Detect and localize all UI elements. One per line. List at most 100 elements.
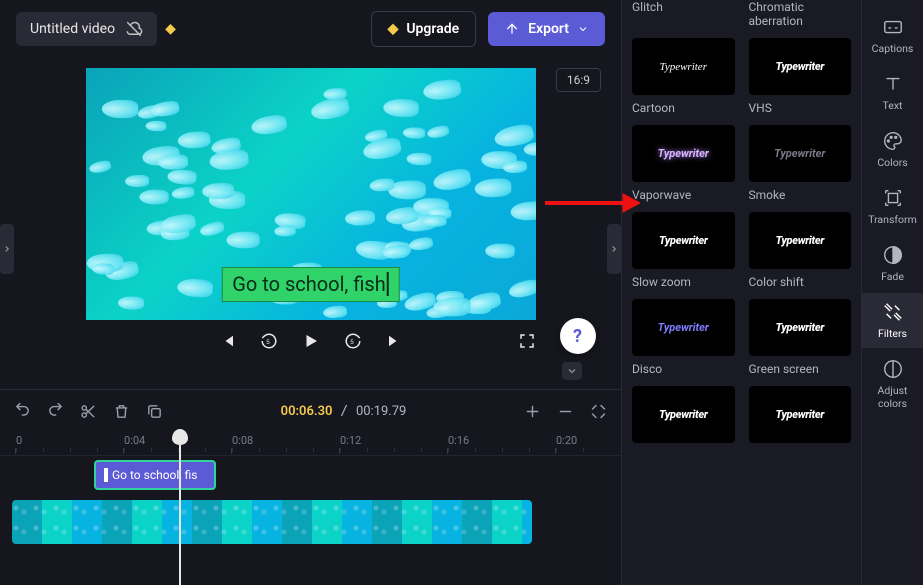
filter-preview[interactable]: Typewriter xyxy=(632,386,735,443)
timeline-timecode: 00:06.30 / 00:19.79 xyxy=(281,404,407,419)
skip-forward-icon[interactable] xyxy=(386,332,404,350)
scissors-icon[interactable] xyxy=(80,403,97,420)
ruler-tick: 0:12 xyxy=(340,434,361,447)
rail-colors[interactable]: Colors xyxy=(862,122,923,177)
filter-label: Disco xyxy=(632,362,735,376)
svg-text:5: 5 xyxy=(266,338,270,346)
filter-item[interactable]: Typewriter Green screen xyxy=(749,299,852,376)
project-title: Untitled video xyxy=(30,21,115,37)
export-button[interactable]: Export xyxy=(488,12,605,46)
filter-preview[interactable]: Typewriter xyxy=(632,38,735,95)
rail-text[interactable]: Text xyxy=(862,65,923,120)
filter-item[interactable]: Typewriter xyxy=(632,386,735,443)
tool-rail: Captions Text Colors Transform Fade Filt… xyxy=(861,0,923,585)
ruler-tick: 0 xyxy=(16,434,22,447)
video-clip[interactable] xyxy=(12,500,532,544)
filter-label: Chromatic aberration xyxy=(749,0,852,28)
undo-icon[interactable] xyxy=(14,403,31,420)
caption-text: Go to school, fish xyxy=(232,272,389,296)
palette-icon xyxy=(882,130,904,152)
zoom-out-icon[interactable] xyxy=(557,403,574,420)
filter-preview[interactable]: Typewriter xyxy=(749,38,852,95)
fit-icon[interactable] xyxy=(590,403,607,420)
rewind-5-icon[interactable]: 5 xyxy=(260,332,278,350)
ruler-tick: 0:08 xyxy=(232,434,253,447)
forward-5-icon[interactable]: 5 xyxy=(344,332,362,350)
filter-preview[interactable]: Typewriter xyxy=(632,299,735,356)
filter-preview[interactable]: Typewriter xyxy=(632,125,735,182)
filter-preview[interactable]: Typewriter xyxy=(749,212,852,269)
filters-icon xyxy=(882,301,904,323)
filter-preview[interactable]: Typewriter xyxy=(749,299,852,356)
clip-handle-left[interactable] xyxy=(104,468,108,482)
filter-label: Color shift xyxy=(749,275,852,289)
captions-icon xyxy=(882,16,904,38)
ruler-tick: 0:16 xyxy=(448,434,469,447)
upgrade-label: Upgrade xyxy=(406,21,459,37)
preview-zone: 16:9 Go to school, fish 5 5 ? xyxy=(0,58,621,389)
transform-icon xyxy=(882,187,904,209)
cloud-off-icon xyxy=(125,20,143,38)
trash-icon[interactable] xyxy=(113,403,130,420)
video-preview[interactable]: Go to school, fish xyxy=(86,68,536,320)
upload-icon xyxy=(504,21,520,37)
filter-item[interactable]: Typewriter xyxy=(749,386,852,443)
fade-icon xyxy=(882,244,904,266)
filter-item[interactable]: Typewriter VHS xyxy=(749,38,852,115)
text-clip-label: Go to school, fis xyxy=(112,468,198,482)
collapse-preview-icon[interactable] xyxy=(562,362,582,380)
duplicate-icon[interactable] xyxy=(146,403,163,420)
chevron-down-icon xyxy=(577,23,589,35)
filter-label: Green screen xyxy=(749,362,852,376)
filter-item[interactable]: Typewriter Slow zoom xyxy=(632,212,735,289)
filter-label: Vaporwave xyxy=(632,188,735,202)
filter-label: Smoke xyxy=(749,188,852,202)
help-button[interactable]: ? xyxy=(560,318,596,354)
aspect-ratio-badge[interactable]: 16:9 xyxy=(556,68,601,92)
filter-preview[interactable]: Typewriter xyxy=(749,386,852,443)
adjust-icon xyxy=(882,358,904,380)
play-button[interactable] xyxy=(302,332,320,350)
filter-label: Glitch xyxy=(632,0,735,14)
redo-icon[interactable] xyxy=(47,403,64,420)
filter-preview[interactable]: Typewriter xyxy=(749,125,852,182)
upgrade-button[interactable]: ◆ Upgrade xyxy=(371,11,477,47)
skip-back-icon[interactable] xyxy=(218,332,236,350)
text-icon xyxy=(882,73,904,95)
filters-panel[interactable]: Glitch Chromatic aberration Typewriter Cart… xyxy=(621,0,861,585)
timeline: 00:06.30 / 00:19.79 0 0:04 0:08 0:12 0:16 0:2… xyxy=(0,389,621,585)
timeline-tracks[interactable]: Go to school, fis xyxy=(0,456,621,585)
diamond-badge-icon: ◆ xyxy=(165,21,176,37)
filter-item[interactable]: Typewriter Vaporwave xyxy=(632,125,735,202)
filter-label: Slow zoom xyxy=(632,275,735,289)
filter-item[interactable]: Typewriter Color shift xyxy=(749,212,852,289)
top-bar: Untitled video ◆ ◆ Upgrade Export xyxy=(0,0,621,58)
svg-text:5: 5 xyxy=(350,338,354,346)
ruler-tick: 0:20 xyxy=(556,434,577,447)
rail-adjust-colors[interactable]: Adjust colors xyxy=(862,350,923,418)
rail-captions[interactable]: Captions xyxy=(862,8,923,63)
add-track-icon[interactable] xyxy=(524,403,541,420)
filter-label: VHS xyxy=(749,101,852,115)
export-label: Export xyxy=(528,21,569,37)
right-panel-toggle[interactable] xyxy=(607,224,621,274)
rail-transform[interactable]: Transform xyxy=(862,179,923,234)
playhead[interactable] xyxy=(179,432,181,585)
rail-filters[interactable]: Filters xyxy=(862,293,923,348)
filter-item[interactable]: Typewriter Smoke xyxy=(749,125,852,202)
filter-label: Cartoon xyxy=(632,101,735,115)
caption-overlay[interactable]: Go to school, fish xyxy=(221,267,400,302)
timeline-toolbar: 00:06.30 / 00:19.79 xyxy=(0,390,621,432)
playback-controls: 5 5 ? xyxy=(86,332,536,350)
filter-item[interactable]: Typewriter Cartoon xyxy=(632,38,735,115)
project-title-chip[interactable]: Untitled video xyxy=(16,12,157,46)
diamond-icon: ◆ xyxy=(388,21,399,37)
fullscreen-icon[interactable] xyxy=(518,332,536,350)
rail-fade[interactable]: Fade xyxy=(862,236,923,291)
timeline-ruler[interactable]: 0 0:04 0:08 0:12 0:16 0:20 xyxy=(0,432,621,456)
text-clip[interactable]: Go to school, fis xyxy=(94,460,216,490)
ruler-tick: 0:04 xyxy=(124,434,145,447)
filter-preview[interactable]: Typewriter xyxy=(632,212,735,269)
filter-item[interactable]: Typewriter Disco xyxy=(632,299,735,376)
left-panel-toggle[interactable] xyxy=(0,224,14,274)
